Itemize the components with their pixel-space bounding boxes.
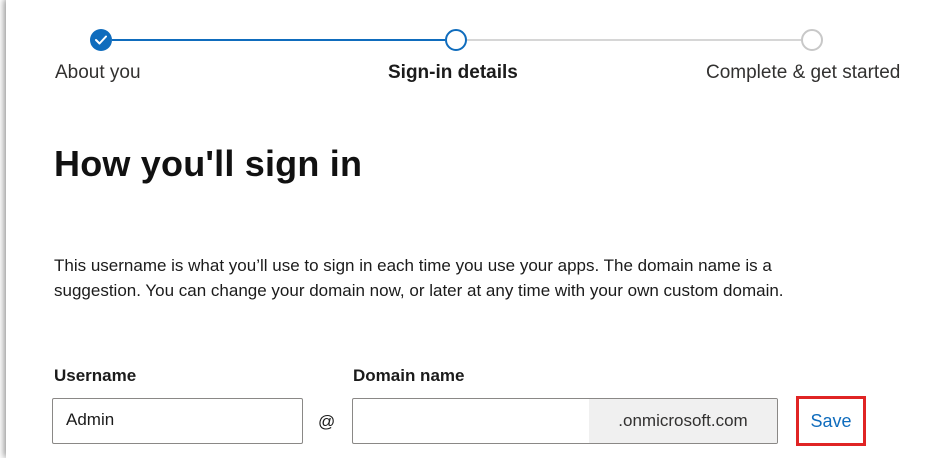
step-label-about-you: About you bbox=[55, 62, 141, 83]
setup-wizard-window: About you Sign-in details Complete & get… bbox=[6, 0, 941, 458]
save-button[interactable]: Save bbox=[796, 396, 866, 446]
stepper-line-upcoming bbox=[467, 39, 801, 41]
progress-stepper: About you Sign-in details Complete & get… bbox=[6, 0, 941, 95]
step-label-sign-in-details: Sign-in details bbox=[388, 62, 518, 83]
username-label: Username bbox=[54, 366, 137, 385]
at-symbol: @ bbox=[318, 412, 336, 431]
stepper-line-completed bbox=[112, 39, 445, 41]
domain-field-container: .onmicrosoft.com bbox=[352, 398, 778, 444]
step-current-circle-icon bbox=[445, 29, 467, 51]
username-input[interactable] bbox=[66, 410, 286, 430]
step-label-complete: Complete & get started bbox=[706, 62, 901, 83]
checkmark-icon bbox=[95, 35, 107, 45]
step-upcoming-circle-icon bbox=[801, 29, 823, 51]
page-description: This username is what you’ll use to sign… bbox=[54, 256, 784, 300]
username-field-container bbox=[52, 398, 303, 444]
page-title: How you'll sign in bbox=[54, 143, 363, 184]
domain-name-input[interactable] bbox=[366, 410, 586, 430]
domain-suffix: .onmicrosoft.com bbox=[589, 399, 777, 443]
domain-name-label: Domain name bbox=[353, 366, 465, 385]
step-completed-check-icon bbox=[90, 29, 112, 51]
